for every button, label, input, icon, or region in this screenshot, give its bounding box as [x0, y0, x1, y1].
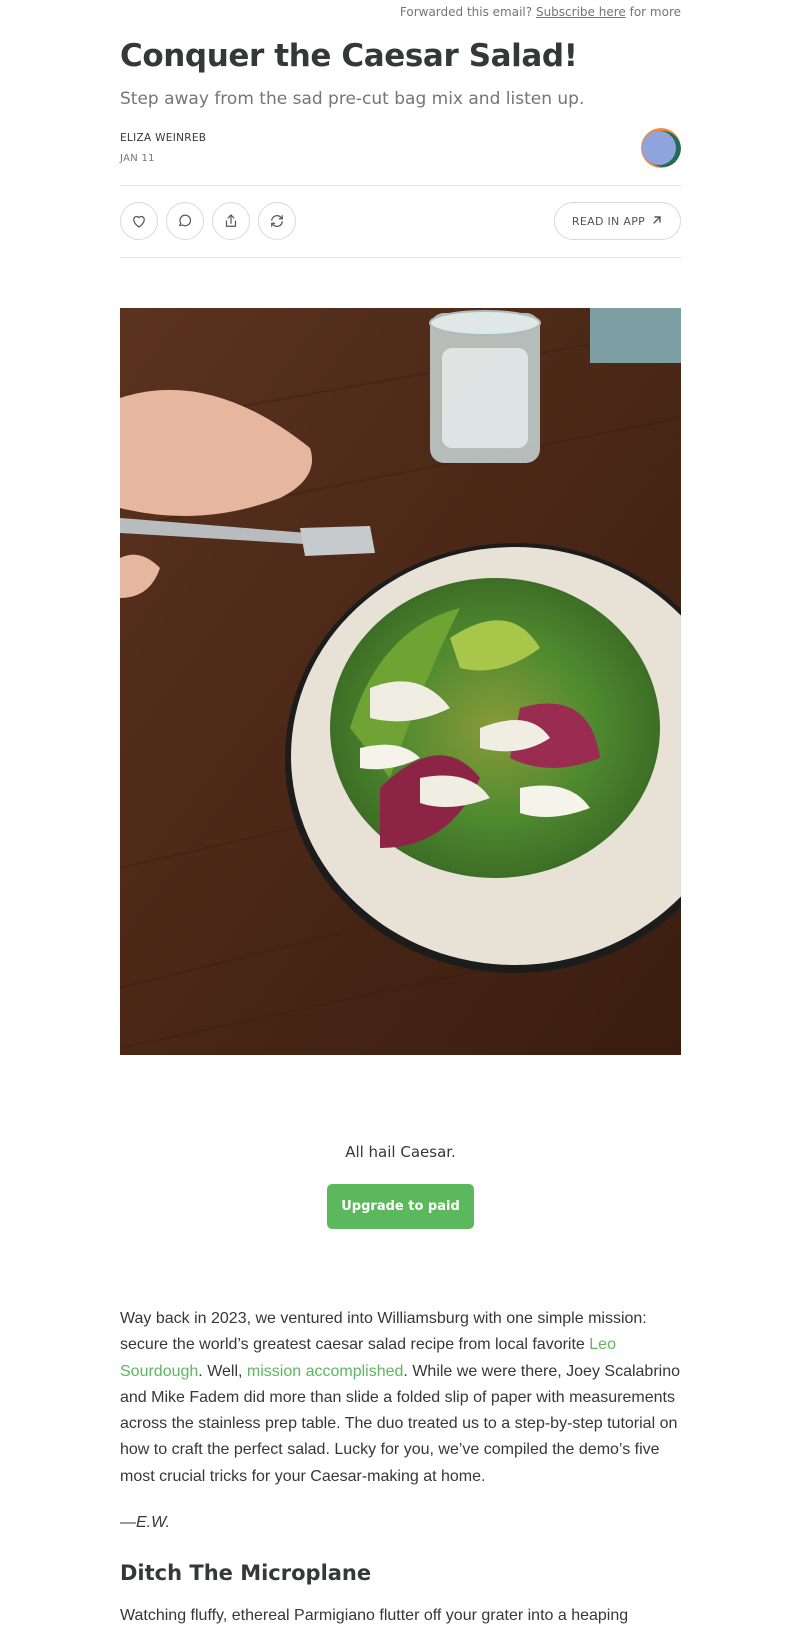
- post-subtitle: Step away from the sad pre-cut bag mix a…: [120, 89, 585, 109]
- mission-accomplished-link[interactable]: mission accomplished: [247, 1363, 404, 1380]
- heart-icon: [130, 212, 148, 230]
- share-icon: [222, 212, 240, 230]
- comment-icon: [176, 212, 194, 230]
- image-caption: All hail Caesar.: [345, 1143, 456, 1161]
- section-heading: Ditch The Microplane: [120, 1561, 372, 1585]
- divider-bottom: [120, 257, 681, 258]
- author-name[interactable]: ELIZA WEINREB: [120, 132, 206, 144]
- paragraph-text: . While we were there, Joey Scalabrino a…: [120, 1362, 680, 1485]
- post-title[interactable]: Conquer the Caesar Salad!: [120, 38, 578, 74]
- like-button[interactable]: [120, 202, 158, 240]
- divider-top: [120, 185, 681, 186]
- share-button[interactable]: [212, 202, 250, 240]
- avatar[interactable]: [641, 128, 681, 168]
- comment-button[interactable]: [166, 202, 204, 240]
- caesar-salad-photo[interactable]: [120, 308, 681, 1055]
- paragraph-text: . Well,: [198, 1362, 247, 1380]
- upgrade-to-paid-button[interactable]: Upgrade to paid: [327, 1184, 474, 1229]
- article-paragraph-1: Way back in 2023, we ventured into Willi…: [120, 1306, 681, 1490]
- restack-icon: [268, 212, 286, 230]
- forward-suffix: for more: [629, 5, 681, 19]
- signoff: —E.W.: [120, 1514, 171, 1531]
- subscribe-link[interactable]: Subscribe here: [536, 5, 626, 19]
- read-in-app-label: READ IN APP: [571, 214, 646, 228]
- read-in-app-button[interactable]: READ IN APP: [554, 202, 681, 240]
- forward-prefix: Forwarded this email?: [399, 5, 533, 19]
- article-paragraph-2: Watching fluffy, ethereal Parmigiano flu…: [120, 1607, 629, 1624]
- restack-button[interactable]: [258, 202, 296, 240]
- post-date: JAN 11: [120, 153, 155, 164]
- paragraph-text: Way back in 2023, we ventured into Willi…: [120, 1310, 647, 1354]
- arrow-up-right-icon: [651, 214, 663, 229]
- forward-bar: Forwarded this email? Subscribe here for…: [400, 5, 681, 19]
